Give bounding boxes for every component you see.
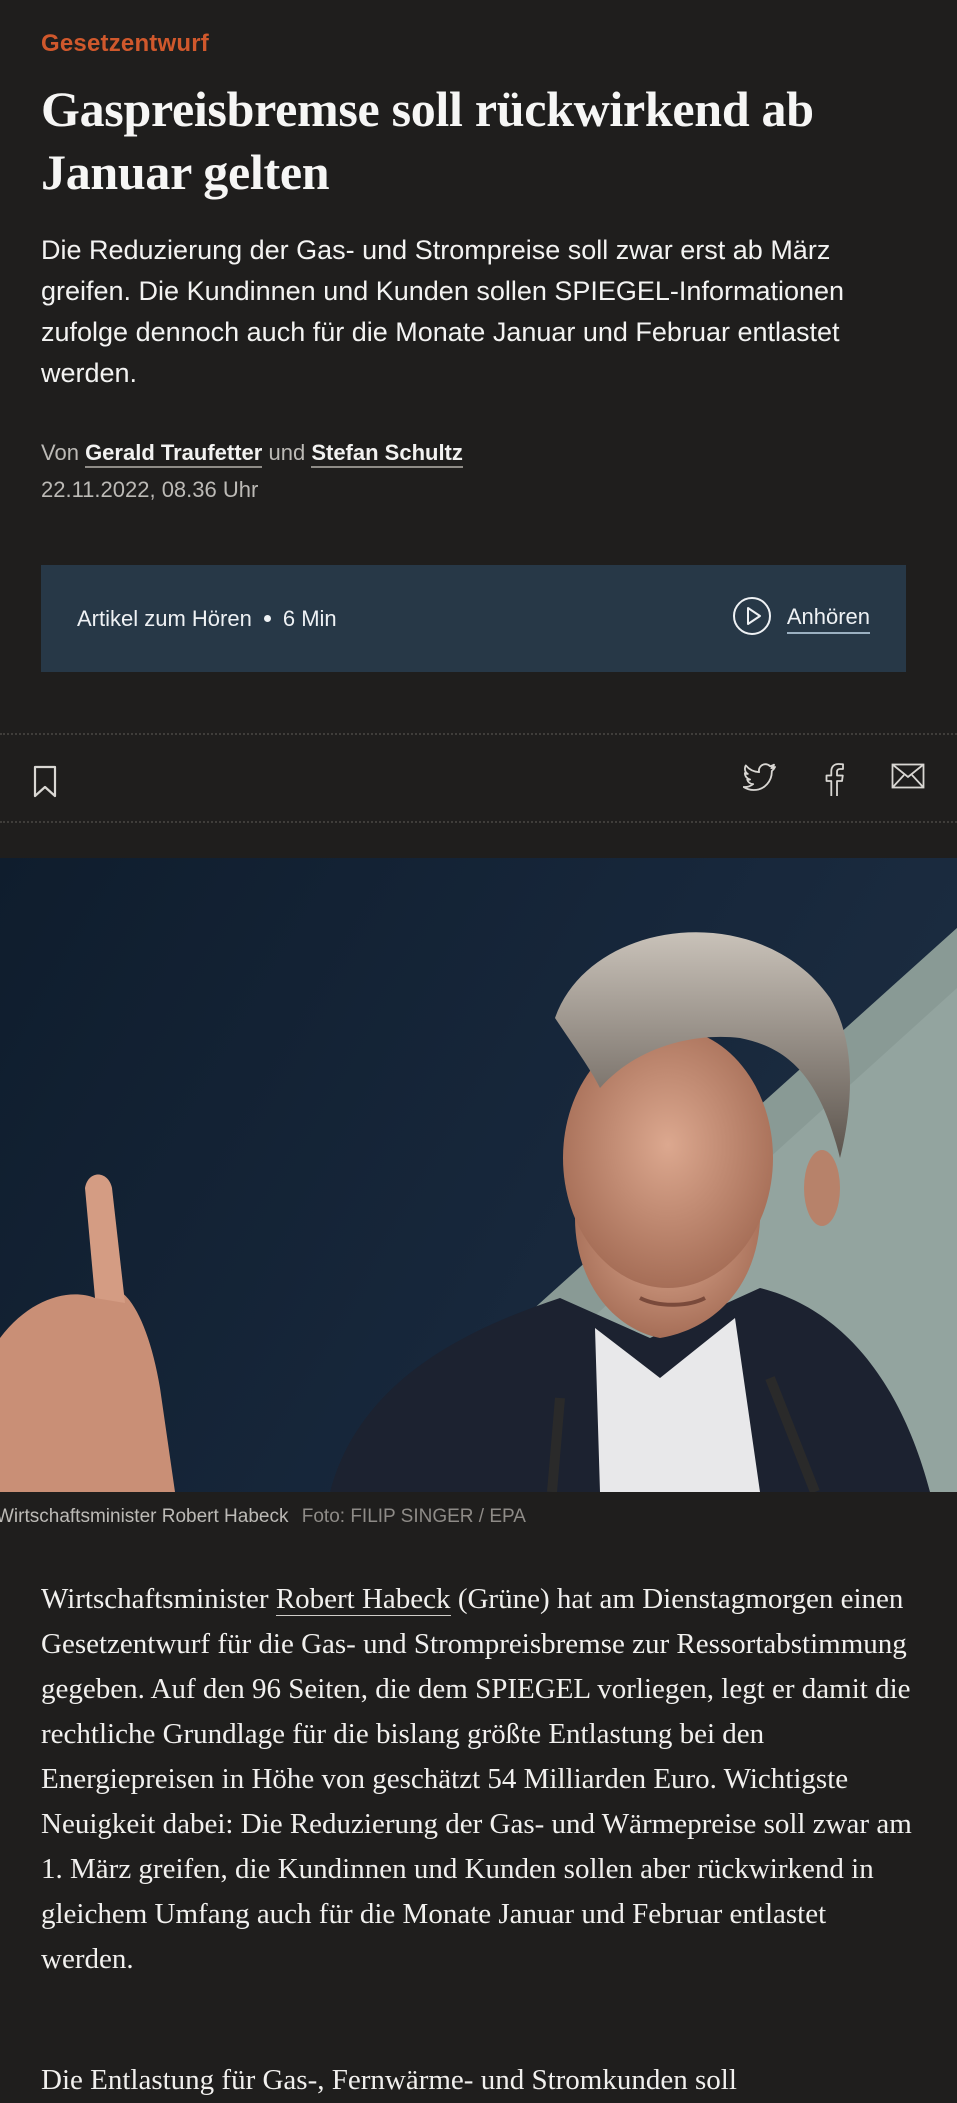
- author-link-schultz[interactable]: Stefan Schultz: [311, 440, 463, 468]
- photo-credit: Foto: FILIP SINGER / EPA: [301, 1506, 526, 1527]
- article-kicker: Gesetzentwurf: [41, 30, 209, 57]
- photo-caption: Wirtschaftsminister Robert Habeck Foto: …: [0, 1506, 526, 1528]
- audio-player: Artikel zum Hören 6 Min Anhören: [41, 565, 906, 672]
- twitter-icon[interactable]: [742, 763, 777, 802]
- bookmark-icon[interactable]: [32, 765, 58, 804]
- audio-label: Artikel zum Hören: [77, 605, 252, 631]
- article-teaser: Die Reduzierung der Gas- und Strompreise…: [41, 235, 845, 388]
- body-text-start: Wirtschaftsminister: [41, 1583, 276, 1615]
- byline-prefix: Von: [41, 440, 79, 465]
- link-robert-habeck[interactable]: Robert Habeck: [275, 1583, 451, 1616]
- caption-text: Wirtschaftsminister Robert Habeck: [0, 1506, 289, 1527]
- separator-dot: [263, 615, 271, 622]
- portrait-illustration: [0, 928, 957, 1492]
- article-body-paragraph: Wirtschaftsminister Robert Habeck (Grüne…: [41, 1577, 921, 1982]
- listen-button[interactable]: Anhören: [732, 596, 870, 642]
- listen-label: Anhören: [786, 604, 870, 634]
- article-photo: [0, 858, 957, 1492]
- author-link-traufetter[interactable]: Gerald Traufetter: [85, 440, 263, 468]
- share-bar: [0, 733, 957, 823]
- byline-joiner: und: [268, 440, 306, 465]
- play-icon: [732, 596, 772, 642]
- audio-duration: 6 Min: [282, 605, 337, 631]
- article-headline: Gaspreisbremse soll rückwirkend ab Janua…: [41, 81, 814, 200]
- byline: Von Gerald Traufetter und Stefan Schultz: [41, 440, 463, 468]
- body-text-rest: (Grüne) hat am Dienstagmorgen einen Gese…: [41, 1583, 912, 1975]
- article-body-next-paragraph: Die Entlastung für Gas-, Fernwärme- und …: [41, 2064, 737, 2096]
- facebook-icon[interactable]: [823, 763, 845, 802]
- publish-date: 22.11.2022, 08.36 Uhr: [41, 477, 259, 502]
- mail-icon[interactable]: [891, 763, 925, 802]
- share-icons: [742, 763, 925, 802]
- audio-info: Artikel zum Hören 6 Min: [77, 606, 337, 632]
